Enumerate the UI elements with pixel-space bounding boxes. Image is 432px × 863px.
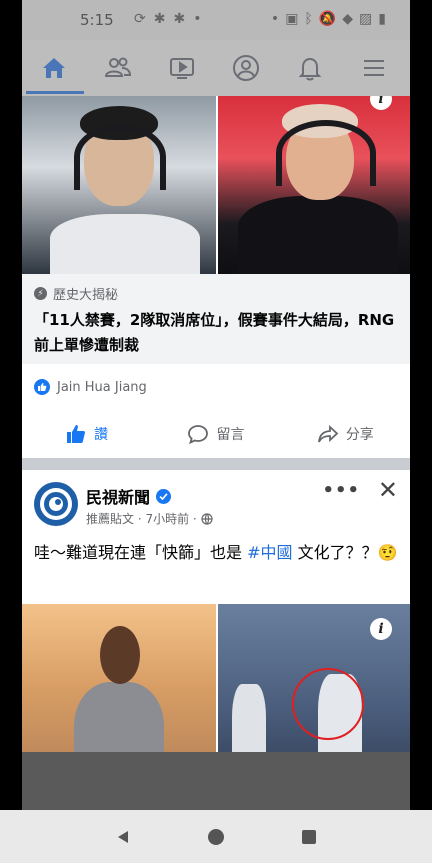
comment-label: 留言 [216, 427, 245, 443]
highlight-circle [292, 668, 364, 740]
nav-friends[interactable] [86, 40, 150, 96]
player-jersey [50, 214, 200, 274]
nav-menu[interactable] [342, 40, 406, 96]
share-button[interactable]: 分享 [281, 414, 410, 454]
top-nav [22, 40, 410, 96]
link-preview[interactable]: ⚡ 歷史大揭秘 「11人禁賽，2隊取消席位」，假賽事件大結局，RNG前上單慘遭制… [22, 274, 410, 364]
link-title: 「11人禁賽，2隊取消席位」，假賽事件大結局，RNG前上單慘遭制裁 [34, 311, 395, 354]
share-label: 分享 [345, 427, 374, 443]
post-actions: 讚 留言 分享 [22, 414, 410, 454]
nav-home[interactable] [22, 40, 86, 96]
page-name-label: 民視新聞 [86, 488, 151, 507]
sync-icon: ⟳ [134, 11, 154, 27]
system-nav-bar [0, 810, 432, 863]
wifi-icon: ◆ [342, 11, 360, 27]
comment-button[interactable]: 留言 [151, 414, 280, 454]
post-card: i ⚡ 歷史大揭秘 「11人禁賽，2隊取消席位」，假賽事件大結局，RNG前上單慘… [22, 96, 410, 458]
ppe-worker [232, 684, 266, 752]
person-hoodie [74, 682, 164, 752]
profile-icon [233, 55, 259, 81]
status-time: 5:15 [80, 11, 114, 29]
android-icon: ✱ [153, 11, 174, 27]
like-button[interactable]: 讚 [22, 414, 151, 454]
more-options-button[interactable]: ••• [322, 480, 360, 501]
home-circle-icon [208, 829, 224, 845]
status-left-icons: ⟳✱✱• [134, 11, 209, 27]
verified-badge-icon [156, 488, 172, 504]
dot-icon: • [270, 11, 286, 27]
link-source: ⚡ 歷史大揭秘 [34, 284, 118, 303]
system-recents-button[interactable] [296, 824, 322, 850]
menu-icon [364, 60, 384, 76]
bluetooth-icon: ᛒ [304, 11, 319, 27]
ftv-logo-icon [40, 488, 72, 520]
globe-icon [201, 512, 213, 525]
no-sim-icon: ▨ [359, 11, 379, 27]
hide-post-button[interactable]: ✕ [378, 476, 398, 504]
system-back-button[interactable] [110, 824, 136, 850]
thumbs-up-icon [67, 425, 86, 443]
news-feed[interactable]: i ⚡ 歷史大揭秘 「11人禁賽，2隊取消席位」，假賽事件大結局，RNG前上單慘… [22, 96, 410, 752]
dot-icon: • [193, 11, 210, 27]
reactions-summary[interactable]: Jain Hua Jiang [34, 379, 147, 395]
person-head [100, 626, 140, 684]
post-meta: 推薦貼文 · 7小時前 · [86, 510, 213, 527]
post-text-before: 哇～難道現在連「快篩」也是 [34, 543, 248, 562]
post-image-right[interactable]: i [218, 96, 410, 274]
home-icon [43, 58, 65, 78]
system-home-button[interactable] [203, 824, 229, 850]
back-icon [118, 831, 128, 843]
battery-icon: ▮ [378, 11, 392, 27]
notifications-icon [298, 57, 322, 81]
page-avatar[interactable] [34, 482, 78, 526]
nav-active-indicator [26, 91, 84, 94]
comment-icon [188, 425, 209, 445]
post-text: 哇～難道現在連「快篩」也是 #中國 文化了？？🤨 [34, 540, 402, 566]
post-card: 民視新聞 推薦貼文 · 7小時前 · ••• ✕ 哇～難道現在連「快篩」也是 #… [22, 470, 410, 752]
hashtag-link[interactable]: #中國 [247, 543, 292, 562]
ad-info-icon[interactable]: i [370, 618, 392, 640]
headset [74, 124, 166, 190]
share-icon [317, 424, 339, 443]
nav-notifications[interactable] [278, 40, 342, 96]
nav-watch[interactable] [150, 40, 214, 96]
player-jersey [238, 196, 398, 274]
post-meta-text: 推薦貼文 · 7小時前 · [86, 512, 197, 526]
ad-info-icon[interactable]: i [370, 96, 392, 110]
mute-icon: 🔕 [318, 11, 343, 27]
recents-icon [302, 830, 316, 844]
status-bar: 5:15 ⟳✱✱• •▣ᛒ🔕◆▨▮ [22, 0, 410, 40]
like-reaction-icon [34, 379, 50, 395]
post-image-right[interactable]: i [218, 604, 410, 752]
headset [276, 120, 376, 186]
android-icon: ✱ [173, 11, 194, 27]
post-image-left[interactable] [22, 96, 216, 274]
status-right-icons: •▣ᛒ🔕◆▨▮ [271, 11, 392, 27]
link-source-label: 歷史大揭秘 [53, 288, 119, 303]
page-name[interactable]: 民視新聞 [86, 484, 172, 508]
reaction-name: Jain Hua Jiang [57, 379, 147, 395]
post-text-after: 文化了？？🤨 [292, 543, 398, 562]
friends-icon [104, 57, 132, 77]
bolt-icon: ⚡ [34, 287, 47, 300]
nfc-icon: ▣ [285, 11, 305, 27]
watch-icon [170, 58, 194, 79]
like-label: 讚 [94, 427, 109, 443]
post-image-left[interactable] [22, 604, 216, 752]
nav-profile[interactable] [214, 40, 278, 96]
bottom-dim-overlay [22, 752, 410, 810]
